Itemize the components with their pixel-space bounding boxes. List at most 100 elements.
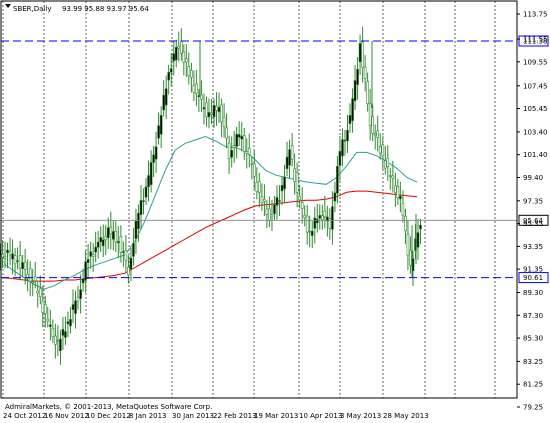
- chart-header: SBER,Daily 93.99 95.88 93.97 95.64: [5, 4, 149, 13]
- candle-body: [180, 41, 183, 54]
- candle-body: [232, 145, 236, 148]
- candle-body: [298, 195, 301, 201]
- candle-body: [416, 232, 420, 248]
- y-tick-label: 93.35: [523, 243, 543, 251]
- y-tick-label: 95.35: [523, 220, 543, 228]
- candle-body: [23, 261, 27, 270]
- candle-body: [31, 281, 35, 284]
- y-tick-label: 85.30: [523, 335, 543, 343]
- candle-body: [21, 262, 24, 269]
- candle-body: [6, 249, 9, 254]
- candle-body: [157, 125, 160, 139]
- candle-body: [318, 214, 322, 219]
- x-tick-label: 30 Jan 2013: [172, 412, 214, 420]
- candle-body: [386, 157, 390, 167]
- candle-body: [265, 208, 269, 215]
- candle-body: [258, 181, 261, 193]
- candle-body: [343, 139, 347, 142]
- candle-body: [61, 328, 65, 336]
- candle-body: [336, 165, 339, 194]
- candle-body: [404, 216, 407, 232]
- y-tick-label: 81.25: [523, 381, 543, 389]
- candle-body: [36, 290, 40, 294]
- candle-body: [169, 68, 173, 73]
- candle-body: [13, 255, 17, 265]
- candle-body: [242, 135, 246, 152]
- candle-body: [260, 196, 264, 204]
- candle-body: [137, 212, 140, 230]
- candle-body: [253, 163, 256, 177]
- candle-body: [129, 257, 133, 270]
- candle-body: [147, 175, 150, 188]
- candle-body: [1, 253, 4, 258]
- candle-body: [132, 243, 135, 257]
- candle-body: [409, 249, 412, 266]
- candle-body: [59, 338, 62, 352]
- candle-body: [200, 94, 203, 100]
- candle-body: [396, 186, 400, 199]
- candle-body: [217, 106, 221, 113]
- x-tick-label: 8 Jan 2013: [129, 412, 167, 420]
- candle-body: [114, 230, 118, 243]
- candle-body: [134, 220, 138, 240]
- y-tick-label: 109.55: [523, 58, 548, 66]
- candle-body: [43, 304, 47, 314]
- candle-body: [388, 175, 392, 177]
- x-tick-label: 28 May 2013: [383, 412, 429, 420]
- y-tick-label: 105.45: [523, 105, 548, 113]
- symbol-label: SBER,Daily: [13, 5, 51, 13]
- candle-body: [356, 68, 359, 85]
- candle-body: [207, 112, 211, 118]
- candle-body: [124, 250, 128, 261]
- candle-body: [245, 151, 249, 154]
- candle-body: [373, 133, 377, 136]
- candle-body: [283, 176, 286, 190]
- candle-body: [69, 319, 72, 327]
- candle-body: [38, 288, 42, 297]
- candle-body: [159, 115, 163, 135]
- candle-body: [11, 253, 14, 260]
- candle-body: [401, 203, 405, 216]
- candle-body: [127, 266, 130, 276]
- candle-body: [119, 236, 123, 253]
- candle-body: [268, 208, 271, 221]
- candle-body: [394, 185, 397, 193]
- candle-body: [187, 66, 191, 77]
- candle-body: [139, 200, 143, 215]
- candle-body: [308, 230, 311, 233]
- candle-body: [91, 254, 95, 257]
- candle-body: [361, 41, 364, 68]
- candle-body: [419, 224, 422, 230]
- candle-body: [174, 46, 178, 61]
- candle-body: [122, 251, 125, 253]
- candle-body: [237, 134, 241, 138]
- candle-body: [321, 215, 324, 221]
- candle-body: [76, 296, 80, 302]
- candle-body: [71, 304, 75, 310]
- candle-body: [368, 103, 372, 127]
- candle-body: [230, 150, 233, 158]
- candle-body: [177, 45, 181, 49]
- candle-body: [285, 156, 289, 170]
- candle-body: [391, 175, 395, 179]
- candle-body: [338, 151, 342, 166]
- candle-body: [303, 214, 306, 219]
- candle-body: [46, 318, 50, 322]
- candle-body: [185, 58, 188, 63]
- candle-body: [225, 127, 228, 139]
- candle-body: [323, 210, 327, 218]
- candle-body: [295, 172, 299, 193]
- candle-body: [104, 235, 108, 241]
- candle-body: [142, 200, 145, 202]
- candle-body: [315, 218, 319, 224]
- candle-body: [278, 200, 281, 202]
- candle-body: [18, 255, 22, 269]
- candle-body: [81, 278, 85, 284]
- candle-body: [28, 268, 32, 282]
- price-chart[interactable]: 111.3890.6195.64 113.75111.55109.55107.4…: [0, 0, 550, 423]
- candle-body: [192, 84, 196, 93]
- y-tick-label: 107.45: [523, 82, 548, 90]
- candle-body: [293, 168, 296, 182]
- candle-body: [270, 214, 274, 218]
- y-tick-label: 103.40: [523, 128, 548, 136]
